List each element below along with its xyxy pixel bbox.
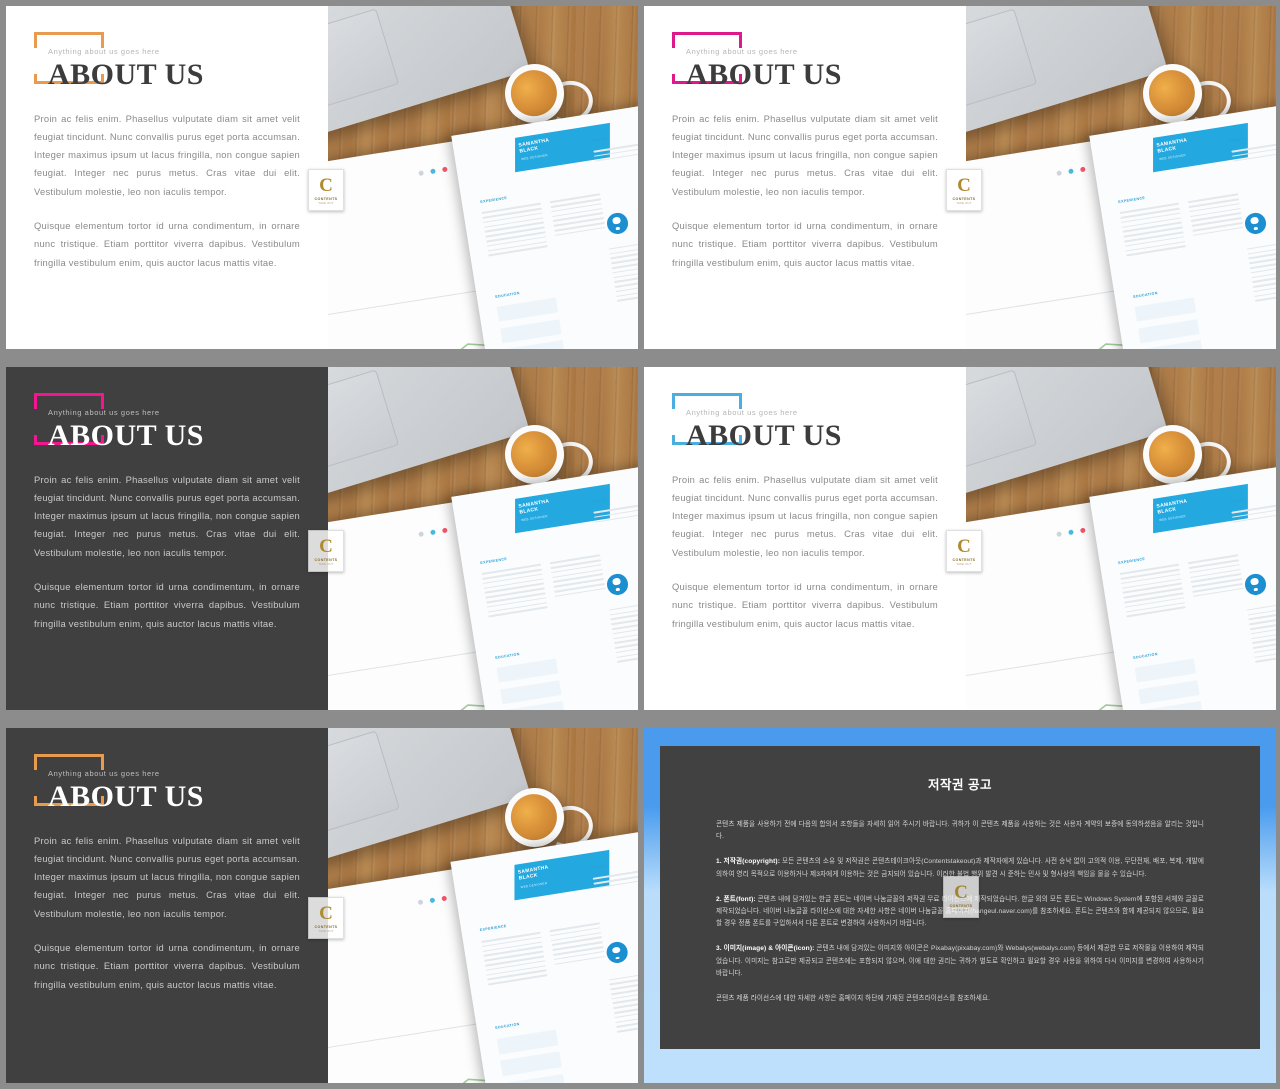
copyright-title: 저작권 공고 xyxy=(928,778,992,792)
body-paragraph-2: Quisque elementum tortor id urna condime… xyxy=(34,220,300,268)
desk-photo: SAMANTHA BLACK WEB DESIGNER EXPERIENCE ED… xyxy=(966,6,1276,349)
copyright-section-1-text: 모든 콘텐츠의 소유 및 저작권은 콘텐츠테이크아웃(Contentstakeo… xyxy=(716,858,1204,878)
avatar xyxy=(605,211,629,235)
page-title: ABOUT US xyxy=(686,57,842,91)
body-paragraph-2: Quisque elementum tortor id urna condime… xyxy=(34,942,300,990)
slide-eyebrow: Anything about us goes here xyxy=(48,47,160,56)
slide-body: Proin ac felis enim. Phasellus vulputate… xyxy=(34,110,300,273)
copyright-footer: 콘텐츠 제품 라이선스에 대한 자세한 사항은 홈페이지 하단에 기재된 콘텐츠… xyxy=(716,994,991,1002)
resume-sheet: SAMANTHA BLACK WEB DESIGNER EXPERIENCE ED… xyxy=(450,460,638,710)
slide-thumbnail-3[interactable]: Anything about us goes here ABOUT US Pro… xyxy=(6,367,638,710)
copyright-section-3-heading: 3. 이미지(image) & 아이콘(icon): xyxy=(716,945,815,953)
page-title: ABOUT US xyxy=(686,418,842,452)
desk-photo: SAMANTHA BLACK WEB DESIGNER EXPERIENCE ED… xyxy=(328,6,638,349)
slide-thumbnail-1[interactable]: Anything about us goes here ABOUT US Pro… xyxy=(6,6,638,349)
desk-photo: SAMANTHA BLACK WEB DESIGNER EXPERIENCE ED… xyxy=(328,367,638,710)
desk-photo: SAMANTHA BLACK WEB DESIGNER EXPERIENCE ED… xyxy=(966,367,1276,710)
copyright-panel: 저작권 공고 콘텐츠 제품을 사용하기 전에 다음의 합의서 조항들을 자세히 … xyxy=(660,746,1260,1049)
copyright-section-3: 3. 이미지(image) & 아이콘(icon): 콘텐츠 내에 담겨있는 이… xyxy=(716,943,1204,980)
body-paragraph-2: Quisque elementum tortor id urna condime… xyxy=(672,220,938,268)
body-paragraph-1: Proin ac felis enim. Phasellus vulputate… xyxy=(672,112,938,197)
slide-eyebrow: Anything about us goes here xyxy=(686,47,798,56)
resume-sheet: SAMANTHA BLACK WEB DESIGNER EXPERIENCE ED… xyxy=(1088,460,1276,710)
chart-legend xyxy=(419,167,449,177)
copyright-intro: 콘텐츠 제품을 사용하기 전에 다음의 합의서 조항들을 자세히 읽어 주시기 … xyxy=(716,821,1204,841)
page-title: ABOUT US xyxy=(48,57,204,91)
page-title: ABOUT US xyxy=(48,779,204,813)
body-paragraph-1: Proin ac felis enim. Phasellus vulputate… xyxy=(34,834,300,919)
body-paragraph-1: Proin ac felis enim. Phasellus vulputate… xyxy=(672,473,938,558)
watermark-logo: C CONTENTS TAKE OUT xyxy=(946,530,982,572)
slide-deck-canvas: Anything about us goes here ABOUT US Pro… xyxy=(0,0,1280,1089)
desk-photo: SAMANTHA BLACK WEB DESIGNER EXPERIENCE ED… xyxy=(328,728,638,1083)
avatar xyxy=(605,572,629,596)
copyright-notice-slide[interactable]: 저작권 공고 콘텐츠 제품을 사용하기 전에 다음의 합의서 조항들을 자세히 … xyxy=(644,728,1276,1083)
slide-heading-group: Anything about us goes here ABOUT US xyxy=(33,32,226,100)
body-paragraph-1: Proin ac felis enim. Phasellus vulputate… xyxy=(34,112,300,197)
watermark-logo: C CONTENTS TAKE OUT xyxy=(308,530,344,572)
body-paragraph-2: Quisque elementum tortor id urna condime… xyxy=(34,581,300,629)
avatar xyxy=(1243,572,1267,596)
watermark-logo: C CONTENTS TAKE OUT xyxy=(308,169,344,211)
page-title: ABOUT US xyxy=(48,418,204,452)
slide-eyebrow: Anything about us goes here xyxy=(48,408,160,417)
avatar xyxy=(1243,211,1267,235)
copyright-section-1-heading: 1. 저작권(copyright): xyxy=(716,858,780,866)
body-paragraph-1: Proin ac felis enim. Phasellus vulputate… xyxy=(34,473,300,558)
avatar xyxy=(604,940,629,965)
watermark-logo: C CONTENTS TAKE OUT xyxy=(946,169,982,211)
slide-thumbnail-2[interactable]: Anything about us goes here ABOUT US Pro… xyxy=(644,6,1276,349)
watermark-logo: C CONTENTS TAKE OUT xyxy=(943,876,979,918)
copyright-section-2-heading: 2. 폰트(font): xyxy=(716,895,756,903)
resume-sheet: SAMANTHA BLACK WEB DESIGNER EXPERIENCE ED… xyxy=(450,99,638,349)
watermark-logo: C CONTENTS TAKE OUT xyxy=(308,897,344,939)
slide-thumbnail-4[interactable]: Anything about us goes here ABOUT US Pro… xyxy=(644,367,1276,710)
slide-thumbnail-5[interactable]: Anything about us goes here ABOUT US Pro… xyxy=(6,728,638,1083)
slide-eyebrow: Anything about us goes here xyxy=(48,769,160,778)
slide-eyebrow: Anything about us goes here xyxy=(686,408,798,417)
resume-sheet: SAMANTHA BLACK WEB DESIGNER EXPERIENCE ED… xyxy=(1088,99,1276,349)
body-paragraph-2: Quisque elementum tortor id urna condime… xyxy=(672,581,938,629)
